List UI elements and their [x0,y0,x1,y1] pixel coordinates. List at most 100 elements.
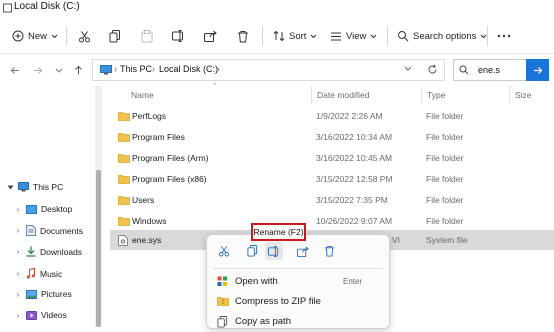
nav-item-label: Desktop [41,204,73,214]
sort-up-icon: ⌃ [212,83,218,90]
paste-button[interactable] [141,18,153,54]
context-delete-button[interactable] [320,242,338,260]
folder-icon [118,132,130,142]
copy-path-icon [217,316,228,328]
file-date: 3/16/2022 10:34 AM [316,132,393,142]
column-header-name[interactable]: Name [131,90,154,100]
chevron-down-icon [51,34,58,39]
context-menu: Open with Enter Compress to ZIP file Cop… [206,234,390,329]
open-with-icon [217,276,228,287]
search-options-button[interactable]: Search options [397,18,487,54]
more-dots-icon [497,34,511,38]
arrow-up-icon [74,65,83,75]
back-button[interactable] [7,62,23,78]
file-name: Program Files [132,132,185,142]
file-name: Program Files (x86) [132,174,207,184]
chevron-right-icon[interactable]: › [14,311,22,320]
address-bar[interactable]: › This PC › Local Disk (C:) › [92,59,445,81]
column-header-type[interactable]: Type [427,90,445,100]
chevron-right-icon: › [152,64,155,74]
list-item[interactable]: PerfLogs 1/9/2022 2:26 AM File folder [110,106,554,126]
chevron-right-icon: › [217,64,220,74]
share-icon [297,246,309,257]
zip-folder-icon [217,296,229,306]
search-input[interactable]: ene.s [478,65,500,75]
computer-icon [100,65,112,75]
column-header-date[interactable]: Date modified [317,90,369,100]
context-item-label: Compress to ZIP file [235,296,321,307]
list-item[interactable]: Program Files (Arm) 3/16/2022 10:45 AM F… [110,148,554,168]
file-type: File folder [426,132,464,142]
nav-item-this-pc[interactable]: This PC [6,182,63,192]
chevron-right-icon[interactable]: › [14,205,22,214]
context-cut-button[interactable] [215,242,233,260]
nav-item-downloads[interactable]: › Downloads [14,246,82,257]
list-item[interactable]: Users 3/15/2022 7:35 PM File folder [110,190,554,210]
share-button[interactable] [204,18,217,54]
context-share-button[interactable] [294,242,312,260]
address-dropdown-button[interactable] [404,66,412,71]
chevron-right-icon[interactable]: › [14,247,22,256]
view-button[interactable]: View [330,18,377,54]
nav-item-label: Music [40,268,63,279]
rename-button[interactable] [172,18,185,54]
column-header-size[interactable]: Size [515,90,532,100]
videos-icon [26,310,37,320]
copy-icon [246,245,258,257]
command-bar: New Sort View Search options [0,18,554,54]
more-options-button[interactable] [497,18,511,54]
downloads-icon [26,246,36,257]
file-date: 10/26/2022 9:07 AM [316,216,393,226]
folder-icon [118,153,130,163]
music-icon [26,268,36,279]
sort-label: Sort [289,30,307,42]
rename-icon [268,245,280,257]
chevron-down-icon [370,34,377,39]
breadcrumb-this-pc[interactable]: This PC [120,64,152,74]
chevron-down-icon[interactable] [6,185,14,190]
nav-item-pictures[interactable]: › Pictures [14,289,72,299]
nav-item-label: Videos [41,310,67,320]
nav-item-desktop[interactable]: › Desktop [14,204,73,214]
nav-item-music[interactable]: › Music [14,268,62,279]
context-copy-button[interactable] [243,242,261,260]
copy-button[interactable] [109,18,121,54]
chevron-right-icon[interactable]: › [14,269,22,278]
file-date: VI [392,235,401,245]
list-item[interactable]: Windows 10/26/2022 9:07 AM File folder [110,211,554,231]
context-item-label: Copy as path [235,316,291,327]
title-bar: Local Disk (C:) [0,0,554,18]
nav-item-label: Downloads [40,246,83,257]
file-name: Windows [132,216,167,226]
context-rename-button[interactable] [265,242,283,260]
recent-locations-button[interactable] [51,62,67,78]
nav-item-documents[interactable]: › Documents [14,225,83,236]
new-button[interactable]: New [12,18,58,54]
paste-icon [141,29,153,43]
list-item[interactable]: Program Files 3/16/2022 10:34 AM File fo… [110,127,554,147]
delete-button[interactable] [237,18,249,54]
sort-icon [273,30,285,42]
forward-button[interactable] [30,62,46,78]
context-open-with[interactable]: Open with Enter [207,272,389,292]
search-icon [459,65,469,75]
system-file-icon [118,235,128,246]
arrow-left-icon [10,66,20,75]
list-item[interactable]: Program Files (x86) 3/15/2022 12:58 PM F… [110,169,554,189]
file-date: 3/15/2022 7:35 PM [316,195,388,205]
breadcrumb-local-disk[interactable]: Local Disk (C:) [159,64,218,74]
cut-button[interactable] [78,18,91,54]
file-date: 3/15/2022 12:58 PM [316,174,393,184]
arrow-right-icon [533,66,543,75]
sort-button[interactable]: Sort [273,18,317,54]
nav-item-videos[interactable]: › Videos [14,310,67,320]
chevron-right-icon[interactable]: › [14,226,22,235]
up-button[interactable] [70,62,86,78]
file-name: Users [132,195,155,205]
nav-pane-scrollbar-thumb[interactable] [96,170,101,327]
search-go-button[interactable] [526,59,549,81]
context-copy-as-path[interactable]: Copy as path [207,312,389,332]
chevron-right-icon[interactable]: › [14,290,22,299]
context-compress-zip[interactable]: Compress to ZIP file [207,292,389,312]
refresh-icon[interactable] [427,64,438,75]
